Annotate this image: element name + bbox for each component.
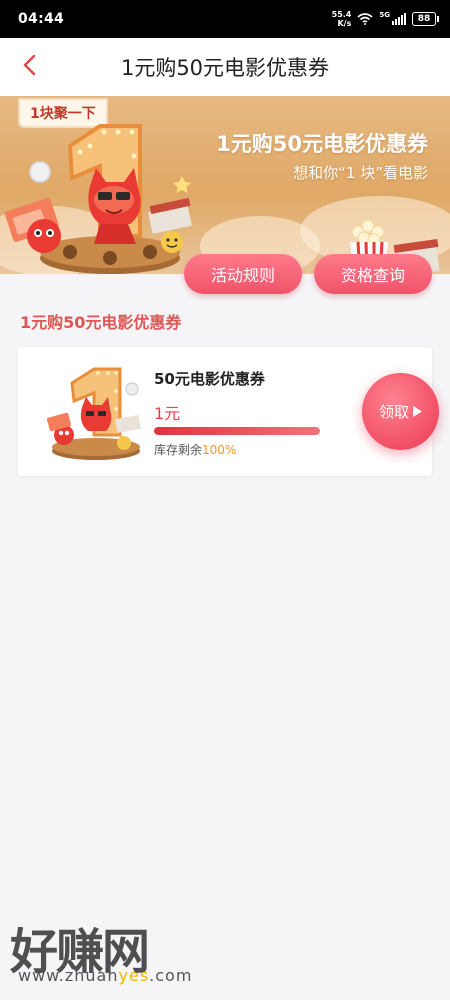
- section-title: 1元购50元电影优惠券: [20, 313, 182, 332]
- promo-banner: 1块聚一下 1元购50元电影优惠券 想和你“1 块”看电影: [0, 96, 450, 274]
- play-arrow-icon: [413, 403, 422, 421]
- activity-rules-button[interactable]: 活动规则: [184, 254, 302, 294]
- stock-label: 库存剩余: [154, 443, 203, 457]
- banner-subtitle: 想和你“1 块”看电影: [293, 164, 428, 182]
- page-title: 1元购50元电影优惠券: [120, 56, 330, 80]
- stock-progress-bar: [154, 427, 320, 435]
- battery-level: 88: [417, 14, 431, 24]
- stock-progress-fill: [154, 427, 320, 435]
- coupon-name: 50元电影优惠券: [154, 370, 265, 388]
- battery-icon: 88: [412, 12, 439, 26]
- status-icons: 55.4 K/s 5G 88: [331, 10, 439, 29]
- coupon-price: 1元: [154, 404, 181, 423]
- banner-title: 1元购50元电影优惠券: [216, 132, 428, 156]
- coupon-thumbnail: [47, 367, 142, 460]
- network-type-label: 5G: [379, 11, 390, 19]
- status-time: 04:44: [18, 11, 65, 27]
- claim-button-label: 领取: [378, 403, 409, 421]
- back-button[interactable]: [10, 46, 50, 88]
- claim-button[interactable]: 领取: [362, 373, 439, 450]
- nav-header: 1元购50元电影优惠券: [0, 38, 450, 96]
- wifi-icon: [357, 10, 373, 29]
- watermark-url: www.zhuanyes.com: [18, 966, 193, 985]
- network-speed: 55.4 K/s: [331, 10, 352, 28]
- chevron-left-icon: [22, 53, 38, 81]
- eligibility-query-button[interactable]: 资格查询: [314, 254, 432, 294]
- signal-icon: [392, 13, 406, 25]
- status-bar: 04:44 55.4 K/s 5G 88: [0, 0, 450, 38]
- stock-value: 100%: [202, 443, 237, 457]
- mascot-illustration: [5, 124, 192, 274]
- stock-line: 库存剩余100%: [154, 441, 236, 458]
